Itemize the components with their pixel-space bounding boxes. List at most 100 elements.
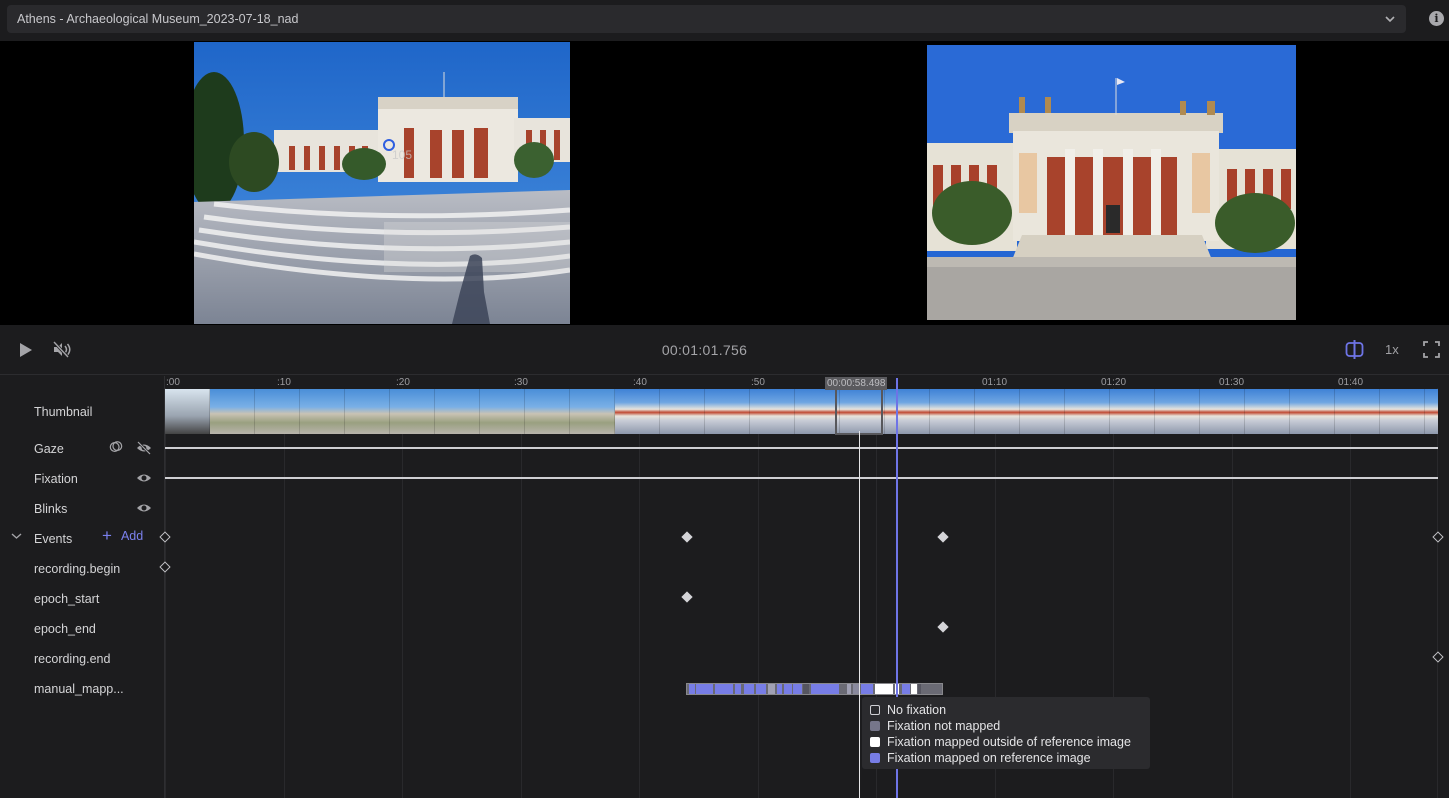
grid-line bbox=[1350, 388, 1351, 798]
thumbnail-frame bbox=[165, 389, 210, 434]
mapping-segment bbox=[696, 684, 713, 694]
event-row-label: manual_mapp... bbox=[34, 682, 124, 696]
legend-item: Fixation mapped outside of reference ima… bbox=[870, 734, 1142, 750]
mapping-segment bbox=[918, 684, 921, 694]
thumbnail-frame bbox=[1200, 389, 1245, 434]
grid-line bbox=[521, 388, 522, 798]
thumbnail-frame bbox=[1380, 389, 1425, 434]
thumbnail-frame bbox=[975, 389, 1020, 434]
tick-label: :40 bbox=[633, 377, 647, 388]
grid-line bbox=[165, 388, 166, 798]
mapping-segment bbox=[784, 684, 792, 694]
thumbnail-frame bbox=[1110, 389, 1155, 434]
info-glyph: i bbox=[1434, 12, 1439, 25]
eye-off-icon[interactable] bbox=[136, 441, 152, 455]
thumbnail-frame bbox=[660, 389, 705, 434]
thumbnail-frame bbox=[1290, 389, 1335, 434]
tick-label: 01:30 bbox=[1219, 377, 1245, 388]
hover-time-label: 00:00:58.498 bbox=[825, 377, 888, 390]
gaze-overlay-value: 105 bbox=[392, 148, 413, 162]
mapping-segment bbox=[756, 684, 766, 694]
event-row-label: epoch_start bbox=[34, 592, 100, 606]
thumbnail-frame bbox=[480, 389, 525, 434]
mapping-segment bbox=[735, 684, 741, 694]
mapping-segment bbox=[793, 684, 802, 694]
thumbnail-frame bbox=[525, 389, 570, 434]
legend-swatch bbox=[870, 705, 880, 715]
mapping-segment bbox=[902, 684, 910, 694]
event-marker[interactable] bbox=[681, 591, 693, 603]
legend-label: Fixation not mapped bbox=[887, 719, 1001, 733]
row-label-fixation: Fixation bbox=[34, 472, 78, 486]
row-label-events: Events bbox=[34, 532, 73, 546]
info-icon[interactable]: i bbox=[1429, 11, 1444, 26]
mapping-segment bbox=[803, 684, 809, 694]
recording-title: Athens - Archaeological Museum_2023-07-1… bbox=[17, 12, 299, 26]
mapping-segment bbox=[715, 684, 733, 694]
tick-label: :20 bbox=[396, 377, 410, 388]
fullscreen-icon[interactable] bbox=[1423, 341, 1440, 358]
legend-item: No fixation bbox=[870, 702, 1142, 718]
tick-label: :30 bbox=[514, 377, 528, 388]
manual-mapping-track[interactable] bbox=[686, 683, 943, 695]
eye-icon[interactable] bbox=[136, 501, 152, 515]
thumbnail-strip[interactable] bbox=[165, 389, 1438, 434]
reference-image bbox=[927, 45, 1296, 320]
event-marker[interactable] bbox=[1432, 531, 1444, 543]
tick-label: :00 bbox=[166, 377, 180, 388]
current-time: 00:01:01.756 bbox=[661, 342, 748, 358]
reference-image-graphic bbox=[927, 45, 1296, 320]
event-marker[interactable] bbox=[681, 531, 693, 543]
playback-speed-button[interactable]: 1x bbox=[1385, 342, 1399, 357]
thumbnail-frame bbox=[390, 389, 435, 434]
legend-swatch bbox=[870, 753, 880, 763]
grid-line bbox=[758, 388, 759, 798]
thumbnail-frame bbox=[1155, 389, 1200, 434]
split-view-icon[interactable] bbox=[1345, 340, 1364, 359]
thumbnail-frame bbox=[885, 389, 930, 434]
event-row-label: epoch_end bbox=[34, 622, 96, 636]
event-marker[interactable] bbox=[937, 621, 949, 633]
thumbnail-frame bbox=[255, 389, 300, 434]
legend-label: Fixation mapped on reference image bbox=[887, 751, 1091, 765]
legend-label: Fixation mapped outside of reference ima… bbox=[887, 735, 1131, 749]
chevron-down-icon bbox=[1385, 16, 1395, 23]
playback-controls: 00:01:01.756 1x bbox=[0, 325, 1449, 375]
event-row-label: recording.begin bbox=[34, 562, 121, 576]
eye-icon[interactable] bbox=[136, 471, 152, 485]
plus-icon: + bbox=[102, 526, 112, 545]
add-event-button[interactable]: + Add bbox=[102, 526, 143, 545]
fixation-track[interactable] bbox=[165, 477, 1438, 479]
gaze-track[interactable] bbox=[165, 447, 1438, 449]
grid-line bbox=[639, 388, 640, 798]
legend-swatch bbox=[870, 721, 880, 731]
overlay-circles-icon[interactable] bbox=[108, 440, 124, 454]
hover-cursor-line bbox=[859, 431, 860, 798]
event-marker[interactable] bbox=[937, 531, 949, 543]
thumbnail-frame bbox=[750, 389, 795, 434]
thumbnail-frame bbox=[1065, 389, 1110, 434]
hover-thumbnail-frame bbox=[835, 388, 883, 435]
event-row-label: recording.end bbox=[34, 652, 111, 666]
tick-label: 01:20 bbox=[1101, 377, 1127, 388]
mapping-segment bbox=[911, 684, 917, 694]
tick-label: 01:40 bbox=[1338, 377, 1364, 388]
track-labels: Thumbnail Gaze Fixation Blinks Events + … bbox=[0, 376, 165, 798]
recording-selector[interactable]: Athens - Archaeological Museum_2023-07-1… bbox=[7, 5, 1406, 33]
row-label-gaze: Gaze bbox=[34, 442, 64, 456]
scene-video[interactable] bbox=[194, 42, 570, 324]
thumbnail-frame bbox=[210, 389, 255, 434]
grid-line bbox=[284, 388, 285, 798]
event-marker[interactable] bbox=[1432, 651, 1444, 663]
timeline-panel: Thumbnail Gaze Fixation Blinks Events + … bbox=[0, 376, 1449, 798]
mapping-segment bbox=[768, 684, 775, 694]
legend-item: Fixation not mapped bbox=[870, 718, 1142, 734]
thumbnail-frame bbox=[345, 389, 390, 434]
grid-line bbox=[402, 388, 403, 798]
chevron-down-icon[interactable] bbox=[11, 532, 22, 540]
time-ruler[interactable]: :00 :10 :20 :30 :40 :50 01:10 01:20 01:3… bbox=[165, 376, 1449, 388]
mapping-segment bbox=[689, 684, 695, 694]
thumbnail-frame bbox=[930, 389, 975, 434]
thumbnail-frame bbox=[1425, 389, 1438, 434]
track-area[interactable]: :00 :10 :20 :30 :40 :50 01:10 01:20 01:3… bbox=[159, 376, 1449, 798]
